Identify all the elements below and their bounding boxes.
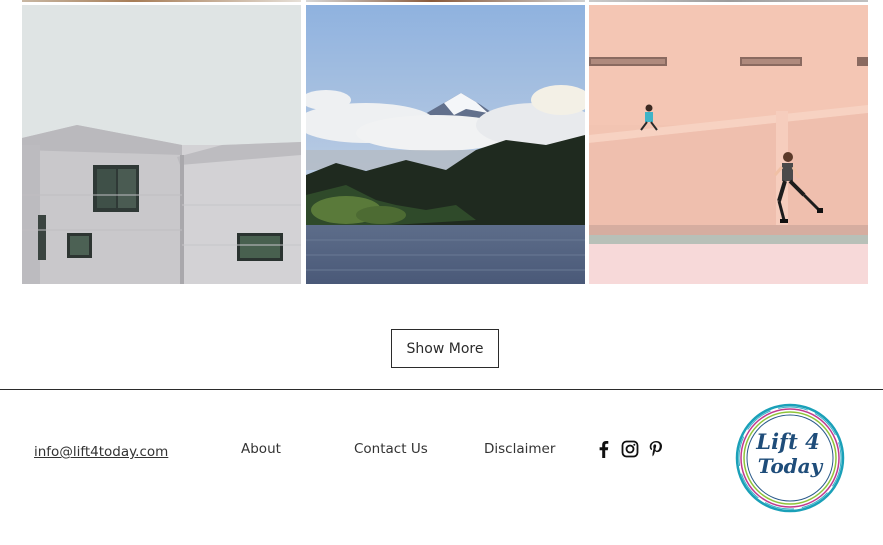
mountain-lake-image	[306, 5, 585, 284]
gallery-previous-row-edge	[589, 0, 868, 2]
footer-nav-disclaimer[interactable]: Disclaimer	[484, 441, 555, 457]
email-link[interactable]: info@lift4today.com	[34, 444, 168, 460]
facebook-icon[interactable]	[595, 440, 613, 458]
gallery-item-building[interactable]	[22, 5, 301, 284]
pinterest-icon[interactable]	[647, 440, 665, 458]
footer-nav-about[interactable]: About	[241, 441, 281, 457]
runners-image	[589, 5, 868, 284]
svg-text:Today: Today	[758, 454, 824, 478]
svg-text:Lift 4: Lift 4	[755, 429, 819, 454]
gallery-previous-row-edge	[306, 0, 585, 2]
gallery-item-runners[interactable]	[589, 5, 868, 284]
gallery-item-mountain-lake[interactable]	[306, 5, 585, 284]
gallery-previous-row-edge	[22, 0, 301, 2]
instagram-icon[interactable]	[621, 440, 639, 458]
show-more-button[interactable]: Show More	[391, 329, 499, 368]
footer-divider	[0, 389, 883, 390]
lift4today-logo[interactable]: Lift 4 Today	[733, 401, 848, 516]
footer-nav-contact-us[interactable]: Contact Us	[354, 441, 428, 457]
building-image	[22, 5, 301, 284]
